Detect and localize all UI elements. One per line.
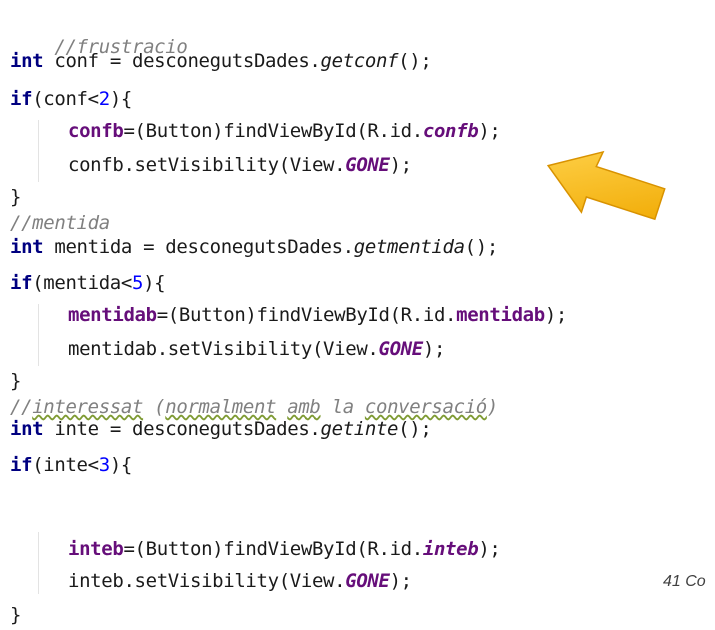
code-token: (inte<: [32, 454, 99, 476]
code-token: ();: [464, 236, 499, 258]
code-token: );: [422, 338, 446, 360]
brace-token: }: [10, 186, 22, 208]
code-token: conf = desconegutsDades.: [43, 50, 321, 72]
code-editor: //frustracio int conf = desconegutsDades…: [0, 0, 715, 626]
code-token: );: [544, 304, 568, 326]
code-line-if-conf: if(conf<2){: [10, 84, 132, 114]
code-token: =(Button)findViewById(R.id.: [123, 120, 423, 142]
code-token: );: [389, 570, 413, 592]
code-token: );: [478, 538, 501, 560]
code-token: ();: [398, 50, 432, 72]
indent-guide: [38, 120, 39, 182]
number-token: 5: [132, 272, 144, 294]
page-number-label: 41 Co: [663, 573, 706, 590]
code-token: mentidab.setVisibility(View.: [68, 338, 379, 360]
code-token: mentida = desconegutsDades.: [43, 236, 354, 258]
number-token: 3: [98, 454, 110, 476]
brace-token: }: [10, 604, 22, 626]
number-token: 2: [98, 88, 110, 110]
code-line-int-inte: int inte = desconegutsDades.getinte();: [10, 414, 432, 444]
method-token: getinte: [320, 418, 399, 440]
code-token: ();: [398, 418, 432, 440]
code-line-if-inte: if(inte<3){: [10, 450, 132, 480]
code-token: );: [478, 120, 501, 142]
method-token: getconf: [320, 50, 399, 72]
comment-token: ): [486, 396, 498, 418]
variable-token: inteb: [68, 538, 124, 560]
code-line-mentidab-assign: mentidab=(Button)findViewById(R.id.menti…: [68, 300, 567, 330]
code-line-confb-assign: confb=(Button)findViewById(R.id.confb);: [68, 116, 501, 146]
keyword-token: int: [10, 50, 44, 72]
code-token: ){: [109, 88, 133, 110]
keyword-token: if: [10, 454, 33, 476]
code-token: );: [389, 154, 413, 176]
code-line-if-mentida: if(mentida<5){: [10, 268, 166, 298]
code-token: confb.setVisibility(View.: [68, 154, 346, 176]
keyword-token: if: [10, 88, 33, 110]
code-line-inteb-visibility: inteb.setVisibility(View.GONE);: [68, 566, 412, 596]
method-token: getmentida: [353, 236, 465, 258]
code-token: inte = desconegutsDades.: [43, 418, 321, 440]
code-line-int-mentida: int mentida = desconegutsDades.getmentid…: [10, 232, 498, 262]
code-line-mentidab-visibility: mentidab.setVisibility(View.GONE);: [68, 334, 445, 364]
comment-token: //mentida: [10, 212, 110, 234]
field-token: mentidab: [456, 304, 545, 326]
static-field-token: GONE: [345, 570, 390, 592]
code-token: =(Button)findViewById(R.id.: [123, 538, 423, 560]
field-token: inteb: [422, 538, 479, 560]
static-field-token: GONE: [345, 154, 390, 176]
code-token: =(Button)findViewById(R.id.: [156, 304, 457, 326]
field-token: confb: [422, 120, 479, 142]
code-line-confb-visibility: confb.setVisibility(View.GONE);: [68, 150, 412, 180]
brace-token: }: [10, 370, 22, 392]
variable-token: mentidab: [68, 304, 157, 326]
code-token: ){: [109, 454, 133, 476]
code-line-int-conf: int conf = desconegutsDades.getconf();: [10, 46, 432, 76]
static-field-token: GONE: [378, 338, 424, 360]
code-line-comment-frustracio: //frustracio: [10, 2, 187, 58]
code-line-inteb-assign: inteb=(Button)findViewById(R.id.inteb);: [68, 534, 501, 564]
variable-token: confb: [68, 120, 124, 142]
code-token: (conf<: [32, 88, 99, 110]
highlight-arrow-icon: [546, 150, 666, 221]
code-token: inteb.setVisibility(View.: [68, 570, 346, 592]
keyword-token: if: [10, 272, 33, 294]
keyword-token: int: [10, 236, 44, 258]
code-token: ){: [143, 272, 166, 294]
code-token: (mentida<: [32, 272, 132, 294]
keyword-token: int: [10, 418, 44, 440]
indent-guide: [38, 532, 39, 594]
indent-guide: [38, 304, 39, 366]
